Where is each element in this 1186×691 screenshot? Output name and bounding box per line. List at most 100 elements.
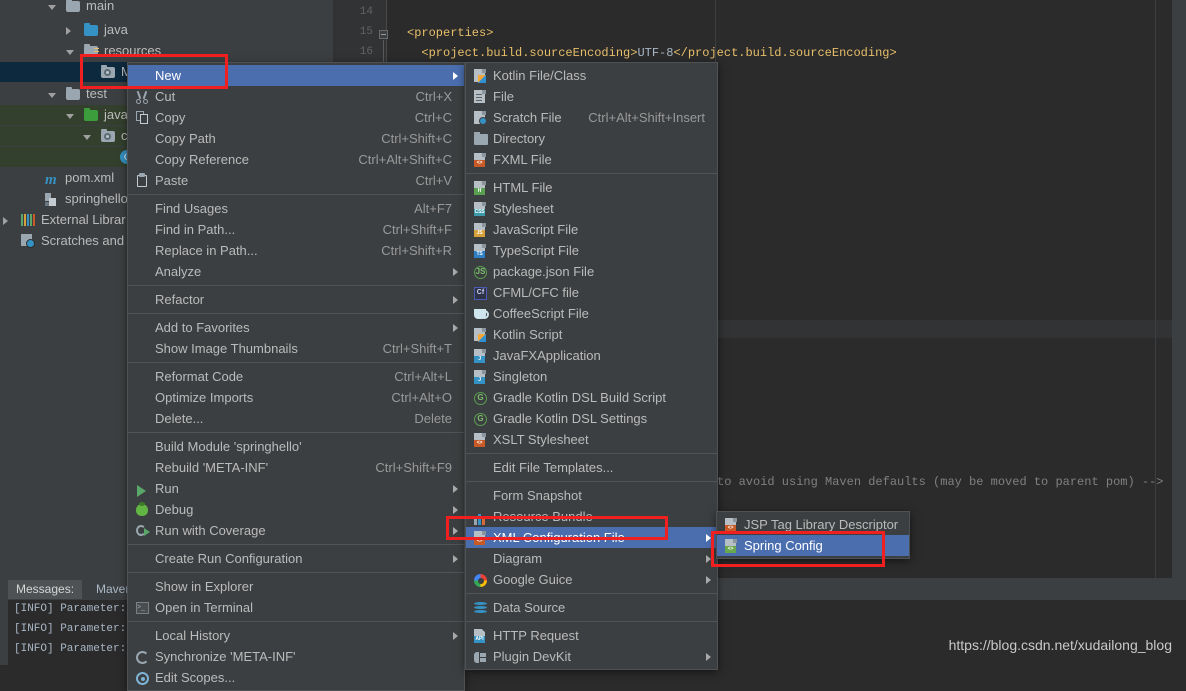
menu-item-label: Reformat Code xyxy=(155,369,244,384)
menu-item[interactable]: File xyxy=(466,86,717,107)
menu-item[interactable]: Build Module 'springhello' xyxy=(128,436,464,457)
debug-icon xyxy=(136,502,151,517)
tree-expand-arrow-icon[interactable] xyxy=(66,27,71,35)
menu-item[interactable]: <> JSP Tag Library Descriptor xyxy=(717,514,909,535)
menu-item-label: Form Snapshot xyxy=(493,488,582,503)
menu-item[interactable]: Optimize Imports Ctrl+Alt+O xyxy=(128,387,464,408)
menu-item[interactable]: Edit File Templates... xyxy=(466,457,717,478)
submenu-arrow-icon xyxy=(453,72,458,80)
menu-item[interactable]: Kotlin File/Class xyxy=(466,65,717,86)
menu-item[interactable]: Cut Ctrl+X xyxy=(128,86,464,107)
menu-item[interactable]: Refactor xyxy=(128,289,464,310)
ide-root: 14 15 16 <properties> <project.build.sou… xyxy=(0,0,1186,691)
menu-item[interactable]: <> FXML File xyxy=(466,149,717,170)
tree-item[interactable]: java xyxy=(0,20,333,40)
menu-item[interactable]: Edit Scopes... xyxy=(128,667,464,688)
menu-item[interactable]: Google Guice xyxy=(466,569,717,590)
menu-item[interactable]: JS package.json File xyxy=(466,261,717,282)
tree-expand-arrow-icon[interactable] xyxy=(48,93,56,98)
menu-item[interactable]: Run xyxy=(128,478,464,499)
editor-marker-bar[interactable] xyxy=(1172,0,1186,578)
menu-item[interactable]: Paste Ctrl+V xyxy=(128,170,464,191)
menu-item-label: Stylesheet xyxy=(493,201,554,216)
line-number: 15 xyxy=(359,26,373,38)
menu-item[interactable]: G Gradle Kotlin DSL Settings xyxy=(466,408,717,429)
tree-item[interactable]: main xyxy=(0,0,333,16)
menu-item-label: Plugin DevKit xyxy=(493,649,572,664)
ts-file-icon: TS xyxy=(474,243,489,258)
menu-item-label: JavaFXApplication xyxy=(493,348,601,363)
scratch-file-icon xyxy=(474,110,489,125)
tree-expand-arrow-icon[interactable] xyxy=(3,217,8,225)
menu-item[interactable]: Local History xyxy=(128,625,464,646)
menu-item[interactable]: Add to Favorites xyxy=(128,317,464,338)
file-icon xyxy=(474,89,489,104)
menu-item[interactable]: <> Spring Config xyxy=(717,535,909,556)
menu-item-label: Gradle Kotlin DSL Settings xyxy=(493,411,648,426)
menu-item[interactable]: Run with Coverage xyxy=(128,520,464,541)
menu-item[interactable]: CoffeeScript File xyxy=(466,303,717,324)
menu-item[interactable]: Show Image Thumbnails Ctrl+Shift+T xyxy=(128,338,464,359)
menu-item[interactable]: Form Snapshot xyxy=(466,485,717,506)
menu-item-label: Rebuild 'META-INF' xyxy=(155,460,269,475)
http-request-icon: API xyxy=(474,628,489,643)
submenu-arrow-icon xyxy=(453,268,458,276)
new-submenu[interactable]: Kotlin File/Class File Scratch File Ctrl+Al… xyxy=(465,62,718,670)
tree-expand-arrow-icon[interactable] xyxy=(66,50,74,55)
menu-item-label: FXML File xyxy=(493,152,552,167)
code-fold-toggle[interactable] xyxy=(379,30,388,39)
html-file-icon: H xyxy=(474,180,489,195)
menu-item[interactable]: Create Run Configuration xyxy=(128,548,464,569)
menu-item-label: Google Guice xyxy=(493,572,573,587)
menu-item[interactable]: Show in Explorer xyxy=(128,576,464,597)
menu-item[interactable]: Plugin DevKit xyxy=(466,646,717,667)
menu-item[interactable]: Reformat Code Ctrl+Alt+L xyxy=(128,366,464,387)
menu-item[interactable]: H HTML File xyxy=(466,177,717,198)
menu-item[interactable]: G Gradle Kotlin DSL Build Script xyxy=(466,387,717,408)
xml-configuration-submenu[interactable]: <> JSP Tag Library Descriptor <> Spring Con… xyxy=(716,511,910,559)
menu-accelerator: Alt+F7 xyxy=(414,201,452,216)
menu-item[interactable]: Find in Path... Ctrl+Shift+F xyxy=(128,219,464,240)
menu-item[interactable]: JS JavaScript File xyxy=(466,219,717,240)
directory-icon xyxy=(474,131,489,146)
coverage-icon xyxy=(136,523,151,538)
menu-item[interactable]: >_ Open in Terminal xyxy=(128,597,464,618)
menu-item[interactable]: Synchronize 'META-INF' xyxy=(128,646,464,667)
menu-item-label: Refactor xyxy=(155,292,205,307)
menu-item[interactable]: J Singleton xyxy=(466,366,717,387)
menu-item[interactable]: Copy Reference Ctrl+Alt+Shift+C xyxy=(128,149,464,170)
menu-item[interactable]: Delete... Delete xyxy=(128,408,464,429)
scopes-icon xyxy=(136,670,151,685)
menu-item[interactable]: Resource Bundle xyxy=(466,506,717,527)
menu-item-label: Gradle Kotlin DSL Build Script xyxy=(493,390,666,405)
submenu-arrow-icon xyxy=(706,576,711,584)
menu-item[interactable]: Cf CFML/CFC file xyxy=(466,282,717,303)
menu-item[interactable]: Replace in Path... Ctrl+Shift+R xyxy=(128,240,464,261)
menu-item[interactable]: Data Source xyxy=(466,597,717,618)
menu-item[interactable]: J JavaFXApplication xyxy=(466,345,717,366)
tree-expand-arrow-icon[interactable] xyxy=(83,135,91,140)
tree-item[interactable]: resources xyxy=(0,41,333,61)
menu-item[interactable]: <> XML Configuration File xyxy=(466,527,717,548)
tab-messages[interactable]: Messages: xyxy=(8,580,83,599)
menu-item[interactable]: Find Usages Alt+F7 xyxy=(128,198,464,219)
menu-item[interactable]: Copy Ctrl+C xyxy=(128,107,464,128)
menu-item[interactable]: Diagram xyxy=(466,548,717,569)
menu-item[interactable]: TS TypeScript File xyxy=(466,240,717,261)
menu-item[interactable]: Copy Path Ctrl+Shift+C xyxy=(128,128,464,149)
menu-item[interactable]: Debug xyxy=(128,499,464,520)
menu-item[interactable]: Kotlin Script xyxy=(466,324,717,345)
menu-item[interactable]: API HTTP Request xyxy=(466,625,717,646)
tree-expand-arrow-icon[interactable] xyxy=(66,114,74,119)
menu-item[interactable]: New xyxy=(128,65,464,86)
menu-item[interactable]: Rebuild 'META-INF' Ctrl+Shift+F9 xyxy=(128,457,464,478)
menu-item[interactable]: Directory xyxy=(466,128,717,149)
menu-item[interactable]: <> XSLT Stylesheet xyxy=(466,429,717,450)
menu-item[interactable]: Analyze xyxy=(128,261,464,282)
context-menu[interactable]: New Cut Ctrl+X Copy Ctrl+C Copy Path Ctrl+Shif… xyxy=(127,62,465,691)
tree-expand-arrow-icon[interactable] xyxy=(48,5,56,10)
menu-item[interactable]: Scratch File Ctrl+Alt+Shift+Insert xyxy=(466,107,717,128)
menu-item-label: Paste xyxy=(155,173,189,188)
watermark-url: https://blog.csdn.net/xudailong_blog xyxy=(948,637,1172,653)
menu-item[interactable]: CSS Stylesheet xyxy=(466,198,717,219)
